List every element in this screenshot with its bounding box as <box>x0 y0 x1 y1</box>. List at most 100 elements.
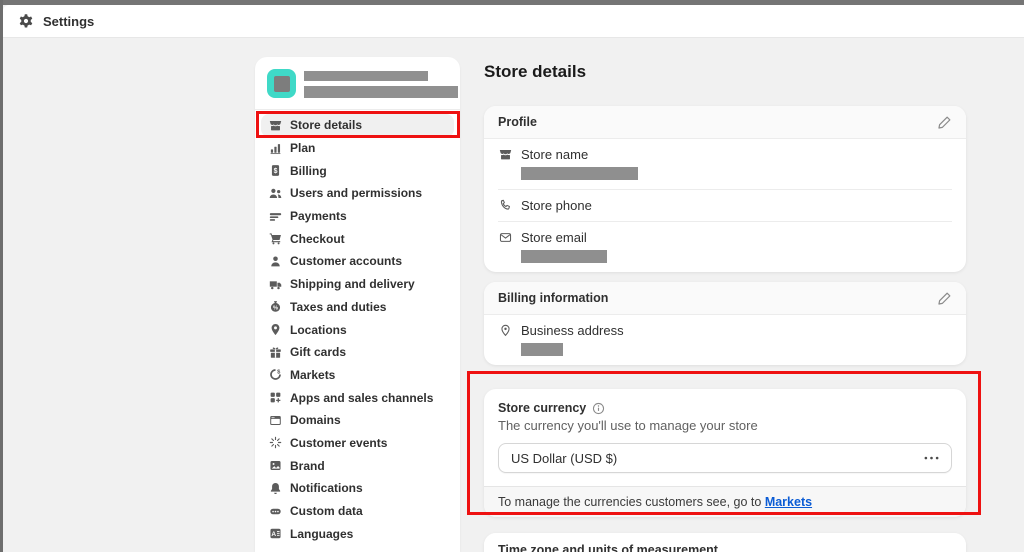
sidebar-item-billing[interactable]: $ Billing <box>261 159 454 182</box>
store-name-redaction-bar <box>304 71 428 81</box>
billing-card-body: Business address <box>484 315 966 365</box>
ellipsis-icon[interactable] <box>924 456 939 460</box>
sidebar-item-users-and-permissions[interactable]: Users and permissions <box>261 182 454 205</box>
sidebar-item-label: Apps and sales channels <box>290 390 434 405</box>
svg-text:$: $ <box>273 168 277 175</box>
sidebar-item-label: Languages <box>290 526 354 541</box>
currency-card-body: Store currency The currency you'll use t… <box>484 389 966 486</box>
store-currency-card: Store currency The currency you'll use t… <box>484 389 966 517</box>
payments-icon <box>268 210 282 223</box>
tax-bag-icon: % <box>268 300 282 313</box>
currency-card-title: Store currency <box>498 401 587 415</box>
sidebar-item-apps-and-sales-channels[interactable]: Apps and sales channels <box>261 386 454 409</box>
sidebar-item-label: Gift cards <box>290 345 347 360</box>
sidebar-item-taxes-and-duties[interactable]: % Taxes and duties <box>261 296 454 319</box>
card-title: Profile <box>498 115 537 129</box>
sidebar-item-locations[interactable]: Locations <box>261 318 454 341</box>
pencil-icon[interactable] <box>937 291 952 306</box>
sidebar-item-markets[interactable]: $ Markets <box>261 364 454 387</box>
sidebar-item-label: Payments <box>290 209 347 224</box>
window-frame-left <box>0 0 3 552</box>
store-header[interactable] <box>255 57 460 109</box>
users-icon <box>268 187 282 200</box>
svg-text:A: A <box>271 531 276 538</box>
image-icon <box>268 459 282 472</box>
sidebar-item-label: Taxes and duties <box>290 299 387 314</box>
storefront-outline-icon <box>498 147 513 180</box>
sidebar-item-notifications[interactable]: Notifications <box>261 477 454 500</box>
sidebar-item-domains[interactable]: Domains <box>261 409 454 432</box>
sidebar-item-label: Locations <box>290 322 347 337</box>
sidebar-item-label: Plan <box>290 141 316 156</box>
sidebar-item-label: Store details <box>290 118 363 133</box>
field-row-business-address: Business address <box>484 315 966 365</box>
data-pill-icon <box>268 505 282 518</box>
truck-icon <box>268 278 282 291</box>
billing-card-header: Billing information <box>484 282 966 315</box>
redacted-value-bar <box>521 250 607 263</box>
main-content: Store details Profile Store name Store ph… <box>484 62 966 552</box>
sidebar-item-label: Brand <box>290 458 325 473</box>
profile-card: Profile Store name Store phone Store email <box>484 106 966 272</box>
sidebar-item-label: Domains <box>290 413 341 428</box>
topbar: Settings <box>3 5 1024 38</box>
redacted-value-bar <box>521 343 563 356</box>
gift-card-icon <box>268 346 282 359</box>
storefront-icon <box>268 119 282 132</box>
location-outline-icon <box>498 323 513 356</box>
sidebar-item-custom-data[interactable]: Custom data <box>261 500 454 523</box>
store-currency-select[interactable]: US Dollar (USD $) <box>498 443 952 473</box>
checkout-cart-icon <box>268 232 282 245</box>
person-icon <box>268 255 282 268</box>
sidebar-item-label: Markets <box>290 367 336 382</box>
sidebar-item-plan[interactable]: Plan <box>261 137 454 160</box>
email-icon <box>498 230 513 263</box>
field-label: Store phone <box>521 198 592 213</box>
sidebar-nav: Store details Plan $ Billing Users and permi… <box>255 110 460 545</box>
sidebar-item-label: Customer events <box>290 435 388 450</box>
sidebar-item-store-details[interactable]: Store details <box>261 114 454 137</box>
selected-currency-value: US Dollar (USD $) <box>511 450 618 466</box>
avatar-placeholder <box>273 75 290 92</box>
currency-subtitle: The currency you'll use to manage your s… <box>498 418 758 433</box>
sidebar-item-languages[interactable]: A Languages <box>261 522 454 545</box>
sidebar-item-label: Checkout <box>290 231 345 246</box>
sidebar-item-customer-events[interactable]: Customer events <box>261 432 454 455</box>
card-title: Billing information <box>498 291 609 305</box>
store-domain-redaction-bar <box>304 86 458 98</box>
sidebar-item-brand[interactable]: Brand <box>261 454 454 477</box>
billing-icon: $ <box>268 164 282 177</box>
sidebar-item-customer-accounts[interactable]: Customer accounts <box>261 250 454 273</box>
sidebar-item-shipping-and-delivery[interactable]: Shipping and delivery <box>261 273 454 296</box>
sidebar-item-label: Custom data <box>290 504 363 519</box>
currency-card-footer: To manage the currencies customers see, … <box>484 486 966 517</box>
location-pin-icon <box>268 323 282 336</box>
redacted-value-bar <box>521 167 638 180</box>
card-title: Time zone and units of measurement <box>498 542 718 552</box>
sidebar-item-label: Notifications <box>290 481 363 496</box>
billing-card: Billing information Business address <box>484 282 966 365</box>
gear-icon <box>18 13 34 29</box>
translate-icon: A <box>268 527 282 540</box>
phone-icon <box>498 198 513 213</box>
field-label: Business address <box>521 323 624 338</box>
timezone-card: Time zone and units of measurement <box>484 533 966 552</box>
currency-footer-text: To manage the currencies customers see, … <box>498 495 765 509</box>
svg-text:%: % <box>272 306 277 312</box>
profile-card-header: Profile <box>484 106 966 139</box>
sidebar-item-checkout[interactable]: Checkout <box>261 227 454 250</box>
plan-icon <box>268 142 282 155</box>
field-label: Store name <box>521 147 589 162</box>
sidebar-item-gift-cards[interactable]: Gift cards <box>261 341 454 364</box>
markets-link[interactable]: Markets <box>765 495 812 509</box>
timezone-card-header: Time zone and units of measurement <box>484 533 966 552</box>
store-avatar <box>267 69 296 98</box>
store-header-bars <box>304 69 458 98</box>
info-icon[interactable] <box>592 402 605 415</box>
sidebar-item-payments[interactable]: Payments <box>261 205 454 228</box>
pencil-icon[interactable] <box>937 115 952 130</box>
burst-icon <box>268 436 282 449</box>
sidebar-item-label: Billing <box>290 163 327 178</box>
globe-dollar-icon: $ <box>268 368 282 381</box>
field-label: Store email <box>521 230 587 245</box>
